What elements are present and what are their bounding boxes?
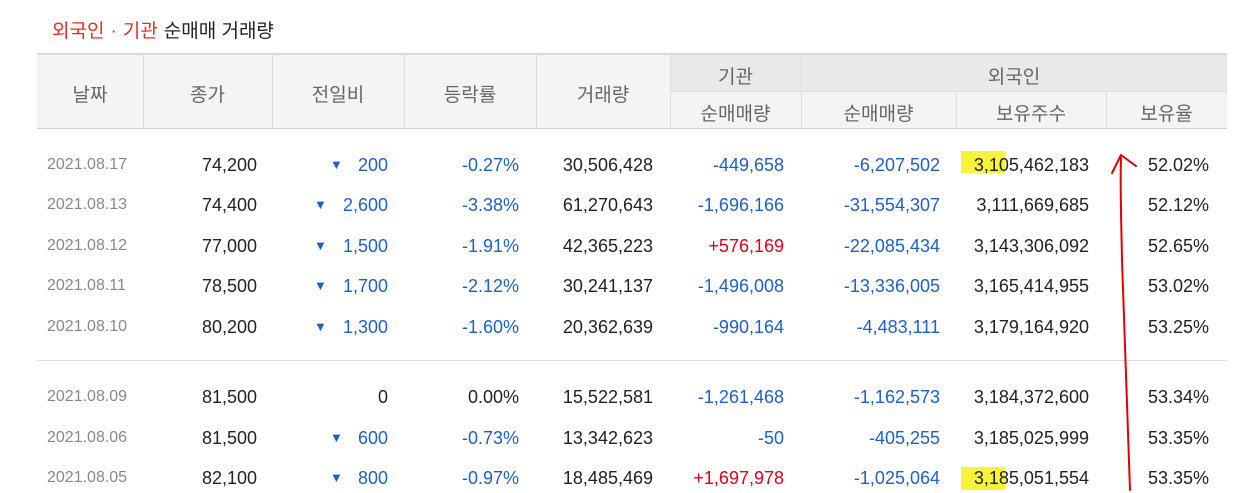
arrow-line	[1119, 157, 1131, 491]
red-arrow-annotation	[1111, 154, 1137, 491]
arrow-head	[1111, 154, 1137, 174]
